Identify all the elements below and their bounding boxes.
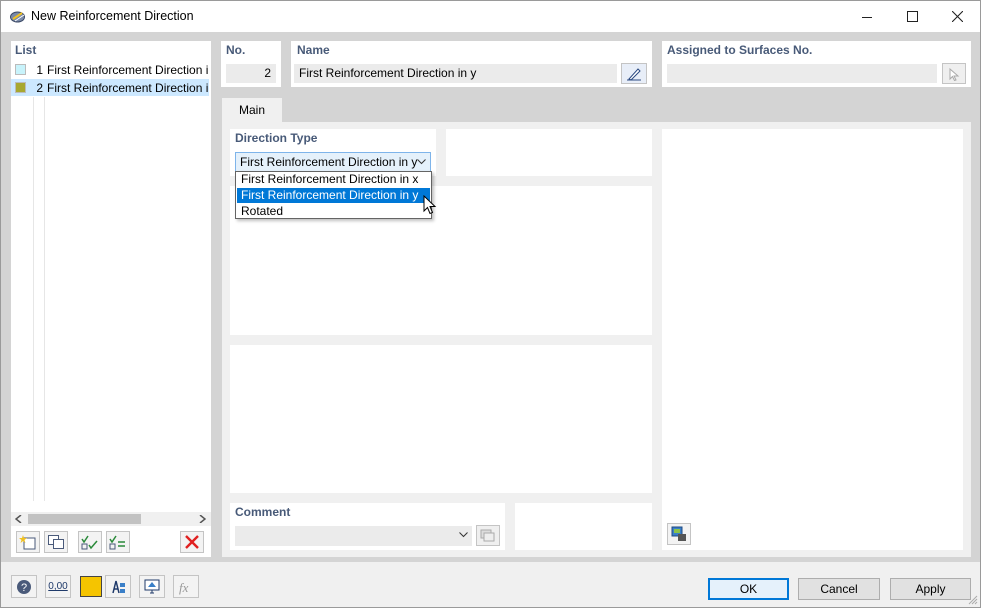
- list-item-number: 2: [36, 81, 43, 95]
- units-button[interactable]: 0,00: [45, 575, 71, 598]
- formula-button[interactable]: fx: [173, 575, 199, 598]
- title-bar: New Reinforcement Direction: [1, 1, 980, 32]
- check-selected-button[interactable]: [106, 531, 130, 553]
- cancel-button[interactable]: Cancel: [798, 578, 880, 600]
- pick-cursor-icon: [949, 67, 960, 81]
- comment-panel: Comment: [230, 503, 505, 550]
- color-swatch: [15, 64, 26, 75]
- maximize-button[interactable]: [889, 1, 935, 32]
- new-item-button[interactable]: [16, 531, 40, 553]
- minimize-button[interactable]: [844, 1, 890, 32]
- maximize-icon: [906, 11, 918, 22]
- view-button[interactable]: [139, 575, 165, 598]
- comment-select[interactable]: [235, 526, 472, 546]
- list-header: List: [15, 43, 37, 57]
- pick-surfaces-button[interactable]: [942, 63, 966, 84]
- new-item-icon: [19, 535, 36, 550]
- help-icon: ?: [17, 579, 31, 594]
- direction-type-select[interactable]: First Reinforcement Direction in y: [235, 152, 431, 172]
- dropdown-option[interactable]: Rotated: [237, 204, 430, 219]
- structure-icon: [112, 580, 125, 593]
- display-settings-icon: [671, 526, 686, 541]
- mouse-cursor-icon: [423, 195, 437, 215]
- copy-item-button[interactable]: [44, 531, 68, 553]
- edit-name-button[interactable]: [621, 63, 647, 84]
- list-divider: [44, 97, 45, 501]
- screen-view-icon: [144, 579, 160, 593]
- preview-panel: [662, 129, 963, 550]
- assigned-surfaces-field[interactable]: [667, 64, 937, 83]
- library-icon: [480, 529, 495, 541]
- chevron-down-icon: [417, 159, 426, 165]
- list-divider: [33, 97, 34, 501]
- formula-icon: fx: [179, 580, 189, 595]
- apply-button[interactable]: Apply: [890, 578, 971, 600]
- close-button[interactable]: [934, 1, 980, 32]
- close-icon: [951, 11, 963, 22]
- direction-type-header: Direction Type: [235, 131, 318, 145]
- preview-settings-button[interactable]: [667, 523, 691, 545]
- horizontal-scrollbar[interactable]: [11, 512, 211, 526]
- help-button[interactable]: ?: [11, 575, 37, 598]
- comment-header: Comment: [235, 505, 291, 519]
- delete-button[interactable]: [180, 531, 204, 553]
- tab-main[interactable]: Main: [222, 98, 282, 122]
- empty-panel: [446, 129, 652, 176]
- window-title: New Reinforcement Direction: [31, 9, 194, 23]
- list-item[interactable]: 1 First Reinforcement Direction in x: [11, 61, 209, 78]
- dialog-window: New Reinforcement Direction List 1 First…: [0, 0, 981, 608]
- edit-pencil-icon: [627, 67, 641, 81]
- name-field[interactable]: First Reinforcement Direction in y: [294, 64, 617, 83]
- check-all-icon: [81, 535, 98, 550]
- ok-button[interactable]: OK: [708, 578, 789, 600]
- list-item-label: First Reinforcement Direction in x: [47, 63, 209, 77]
- reinforcement-direction-icon: [10, 11, 25, 23]
- list-item-selected[interactable]: 2 First Reinforcement Direction in y: [11, 79, 209, 96]
- resize-grip-icon[interactable]: [968, 595, 978, 605]
- color-button[interactable]: [80, 576, 102, 597]
- check-all-button[interactable]: [78, 531, 102, 553]
- empty-panel: [515, 503, 652, 550]
- direction-type-panel: Direction Type First Reinforcement Direc…: [230, 129, 436, 176]
- assigned-header: Assigned to Surfaces No.: [667, 43, 813, 57]
- direction-type-dropdown-list: First Reinforcement Direction in x First…: [235, 171, 432, 219]
- chevron-down-icon: [459, 532, 468, 538]
- minimize-icon: [862, 16, 872, 18]
- copy-icon: [48, 535, 64, 549]
- name-header: Name: [297, 43, 330, 57]
- number-panel: No. 2: [221, 41, 281, 87]
- name-panel: Name First Reinforcement Direction in y: [291, 41, 652, 87]
- dropdown-option[interactable]: First Reinforcement Direction in x: [237, 172, 430, 187]
- scroll-left-icon[interactable]: [15, 515, 22, 523]
- units-value: 0,00: [48, 581, 68, 592]
- svg-text:?: ?: [21, 582, 27, 594]
- comment-library-button[interactable]: [476, 525, 500, 546]
- model-view-button[interactable]: [105, 575, 131, 598]
- list-body: 1 First Reinforcement Direction in x 2 F…: [11, 59, 211, 511]
- direction-type-selected: First Reinforcement Direction in y: [240, 155, 418, 169]
- dropdown-option-highlighted[interactable]: First Reinforcement Direction in y: [237, 188, 430, 203]
- options-panel: [230, 345, 652, 493]
- list-panel: List 1 First Reinforcement Direction in …: [11, 41, 211, 557]
- number-field[interactable]: 2: [226, 64, 276, 83]
- delete-icon: [185, 535, 199, 549]
- scrollbar-thumb[interactable]: [28, 514, 141, 524]
- check-selected-icon: [109, 535, 125, 550]
- list-item-label: First Reinforcement Direction in y: [47, 81, 209, 95]
- assigned-panel: Assigned to Surfaces No.: [662, 41, 971, 87]
- scroll-right-icon[interactable]: [199, 515, 206, 523]
- color-swatch: [15, 82, 26, 93]
- list-item-number: 1: [36, 63, 43, 77]
- svg-text:fx: fx: [179, 580, 189, 595]
- number-header: No.: [226, 43, 246, 57]
